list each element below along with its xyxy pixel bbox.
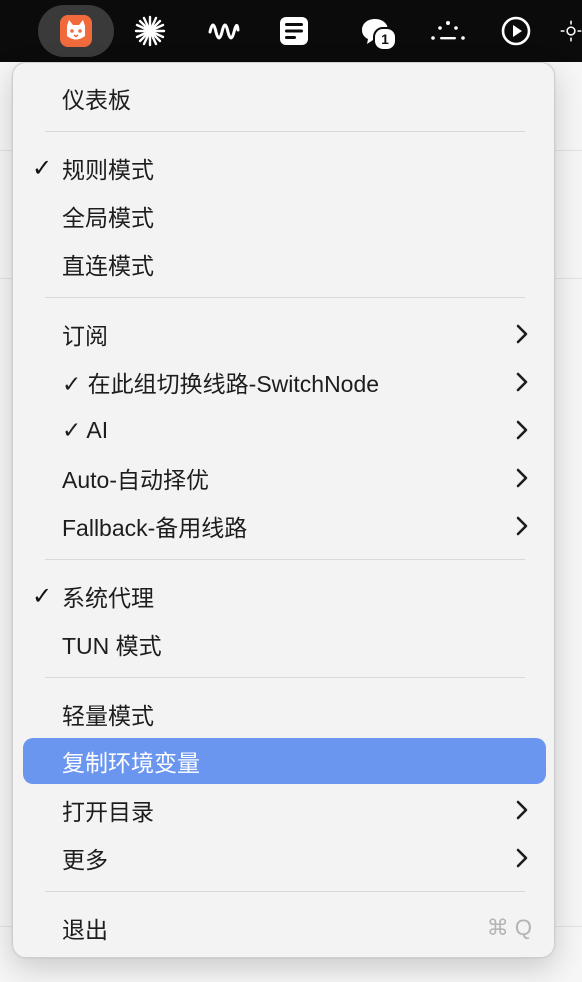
menu-bar: 1: [0, 0, 582, 62]
play-circle-icon[interactable]: [494, 5, 538, 57]
menu-item-fallback-group[interactable]: Fallback-备用线路: [23, 503, 546, 549]
chevron-right-icon: [516, 311, 528, 357]
asterisk-burst-icon-glyph: [134, 15, 166, 47]
asterisk-burst-icon[interactable]: [128, 5, 172, 57]
menu-item-label: ✓ AI: [62, 416, 109, 443]
menu-item-system-proxy[interactable]: ✓ 系统代理: [23, 573, 546, 619]
menu-separator: [45, 131, 525, 132]
chevron-right-icon: [516, 503, 528, 549]
notes-icon-glyph: [280, 17, 308, 45]
menu-item-open-directory[interactable]: 打开目录: [23, 787, 546, 833]
menu-item-label: 更多: [62, 847, 108, 873]
menu-item-dashboard[interactable]: 仪表板: [23, 75, 546, 121]
chevron-right-icon: [516, 407, 528, 453]
menu-item-label: TUN 模式: [62, 633, 162, 659]
menu-item-direct-mode[interactable]: 直连模式: [23, 241, 546, 287]
menu-separator: [45, 677, 525, 678]
notes-icon[interactable]: [272, 5, 316, 57]
menu-item-label: 复制环境变量: [62, 750, 200, 776]
menu-item-label: Fallback-备用线路: [62, 515, 248, 541]
menu-item-rule-mode[interactable]: ✓ 规则模式: [23, 145, 546, 191]
waveform-icon-glyph: [208, 23, 240, 40]
menu-item-global-mode[interactable]: 全局模式: [23, 193, 546, 239]
notification-badge: 1: [373, 27, 397, 51]
menu-item-ai-group[interactable]: ✓ AI: [23, 407, 546, 453]
chat-cloud-icon[interactable]: 1: [350, 5, 400, 57]
chevron-right-icon: [516, 455, 528, 501]
chevron-right-icon: [516, 359, 528, 405]
menu-item-label: ✓ 在此组切换线路-SwitchNode: [62, 371, 380, 397]
menu-item-more[interactable]: 更多: [23, 835, 546, 881]
clash-cat-app-icon[interactable]: [38, 5, 114, 57]
menu-item-label: 打开目录: [62, 799, 154, 825]
checkmark-icon: ✓: [32, 582, 53, 610]
sun-icon-glyph: [560, 20, 582, 42]
menu-item-label: 全局模式: [62, 205, 154, 231]
cat-logo-icon: [60, 15, 92, 47]
menu-item-label: 轻量模式: [62, 703, 154, 729]
menu-item-quit[interactable]: 退出 ⌘ Q: [23, 905, 546, 951]
menu-item-label: 系统代理: [62, 585, 154, 611]
menu-item-subscription[interactable]: 订阅: [23, 311, 546, 357]
checkmark-icon: ✓: [32, 154, 53, 182]
menu-item-label: 规则模式: [62, 157, 154, 183]
dots-arc-icon[interactable]: [424, 5, 472, 57]
menu-item-label: 退出: [62, 917, 108, 943]
menu-item-label: 直连模式: [62, 253, 154, 279]
menu-separator: [45, 891, 525, 892]
menu-item-copy-env[interactable]: 复制环境变量: [23, 738, 546, 784]
menu-separator: [45, 559, 525, 560]
play-circle-icon-glyph: [501, 16, 531, 46]
menu-item-tun-mode[interactable]: TUN 模式: [23, 621, 546, 667]
dots-arc-icon-glyph: [431, 21, 465, 40]
waveform-icon[interactable]: [202, 5, 246, 57]
quit-shortcut: ⌘ Q: [486, 915, 532, 940]
menu-item-switchnode-group[interactable]: ✓ 在此组切换线路-SwitchNode: [23, 359, 546, 405]
menu-item-label: 仪表板: [62, 87, 131, 113]
menu-item-lite-mode[interactable]: 轻量模式: [23, 691, 546, 737]
menu-item-label: Auto-自动择优: [62, 467, 209, 493]
menu-item-label: 订阅: [62, 323, 108, 349]
tray-dropdown-menu: 仪表板 ✓ 规则模式 全局模式 直连模式 订阅 ✓ 在此组切换线路-Switch…: [12, 62, 555, 958]
sun-icon[interactable]: [560, 5, 582, 57]
menu-item-auto-group[interactable]: Auto-自动择优: [23, 455, 546, 501]
chevron-right-icon: [516, 787, 528, 833]
chevron-right-icon: [516, 835, 528, 881]
menu-separator: [45, 297, 525, 298]
